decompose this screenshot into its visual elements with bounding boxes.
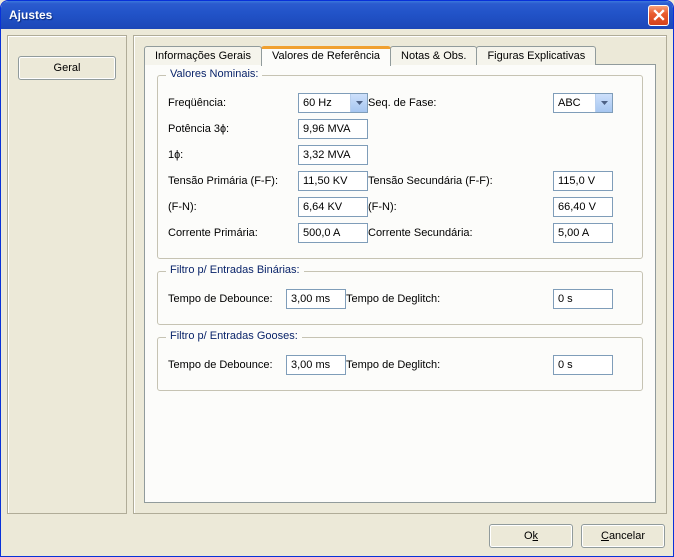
input-tensao-secundaria-ff[interactable]: [553, 171, 613, 191]
main-panel: Informações Gerais Valores de Referência…: [133, 35, 667, 514]
label-debounce-bin: Tempo de Debounce:: [168, 293, 286, 305]
label-potencia-1f: 1ɸ:: [168, 149, 298, 161]
titlebar: Ajustes: [1, 1, 673, 29]
label-tensao-primaria-ff: Tensão Primária (F-F):: [168, 175, 298, 187]
sidebar-button-geral[interactable]: Geral: [18, 56, 116, 80]
label-debounce-goose: Tempo de Debounce:: [168, 359, 286, 371]
select-value: ABC: [554, 97, 595, 109]
group-legend: Filtro p/ Entradas Binárias:: [166, 264, 304, 276]
input-potencia-3f[interactable]: [298, 119, 368, 139]
label-tensao-secundaria-ff: Tensão Secundária (F-F):: [368, 175, 553, 187]
sidebar: Geral: [7, 35, 127, 514]
label-seq-fase: Seq. de Fase:: [368, 97, 553, 109]
tab-figuras-explicativas[interactable]: Figuras Explicativas: [476, 46, 596, 65]
select-value: 60 Hz: [299, 97, 350, 109]
label-corrente-secundaria: Corrente Secundária:: [368, 227, 553, 239]
label-frequencia: Freqüência:: [168, 97, 298, 109]
input-potencia-1f[interactable]: [298, 145, 368, 165]
group-filtro-binarias: Filtro p/ Entradas Binárias: Tempo de De…: [157, 271, 643, 325]
tab-informacoes-gerais[interactable]: Informações Gerais: [144, 46, 262, 65]
input-tensao-secundaria-fn[interactable]: [553, 197, 613, 217]
select-frequencia[interactable]: 60 Hz: [298, 93, 368, 113]
chevron-down-icon: [350, 94, 367, 112]
tab-notas-obs[interactable]: Notas & Obs.: [390, 46, 477, 65]
tab-strip: Informações Gerais Valores de Referência…: [144, 46, 656, 65]
label-potencia-3f: Potência 3ɸ:: [168, 123, 298, 135]
group-legend: Filtro p/ Entradas Gooses:: [166, 330, 302, 342]
group-legend: Valores Nominais:: [166, 68, 262, 80]
input-deglitch-bin[interactable]: [553, 289, 613, 309]
dialog-window: Ajustes Geral Informações Gerais Valores…: [0, 0, 674, 557]
window-title: Ajustes: [9, 8, 648, 22]
tab-body: Valores Nominais: Freqüência: 60 Hz Seq.…: [144, 64, 656, 503]
select-seq-fase[interactable]: ABC: [553, 93, 613, 113]
input-corrente-primaria[interactable]: [298, 223, 368, 243]
close-icon: [653, 9, 665, 21]
tab-valores-referencia[interactable]: Valores de Referência: [261, 46, 391, 66]
label-tensao-primaria-fn: (F-N):: [168, 201, 298, 213]
input-corrente-secundaria[interactable]: [553, 223, 613, 243]
button-bar: Ok Cancelar: [7, 520, 667, 550]
label-corrente-primaria: Corrente Primária:: [168, 227, 298, 239]
input-deglitch-goose[interactable]: [553, 355, 613, 375]
ok-button[interactable]: Ok: [489, 524, 573, 548]
group-filtro-gooses: Filtro p/ Entradas Gooses: Tempo de Debo…: [157, 337, 643, 391]
label-tensao-secundaria-fn: (F-N):: [368, 201, 553, 213]
input-tensao-primaria-fn[interactable]: [298, 197, 368, 217]
input-debounce-bin[interactable]: [286, 289, 346, 309]
cancel-button[interactable]: Cancelar: [581, 524, 665, 548]
label-deglitch-goose: Tempo de Deglitch:: [346, 359, 553, 371]
input-debounce-goose[interactable]: [286, 355, 346, 375]
input-tensao-primaria-ff[interactable]: [298, 171, 368, 191]
group-valores-nominais: Valores Nominais: Freqüência: 60 Hz Seq.…: [157, 75, 643, 259]
close-button[interactable]: [648, 5, 669, 26]
chevron-down-icon: [595, 94, 612, 112]
label-deglitch-bin: Tempo de Deglitch:: [346, 293, 553, 305]
